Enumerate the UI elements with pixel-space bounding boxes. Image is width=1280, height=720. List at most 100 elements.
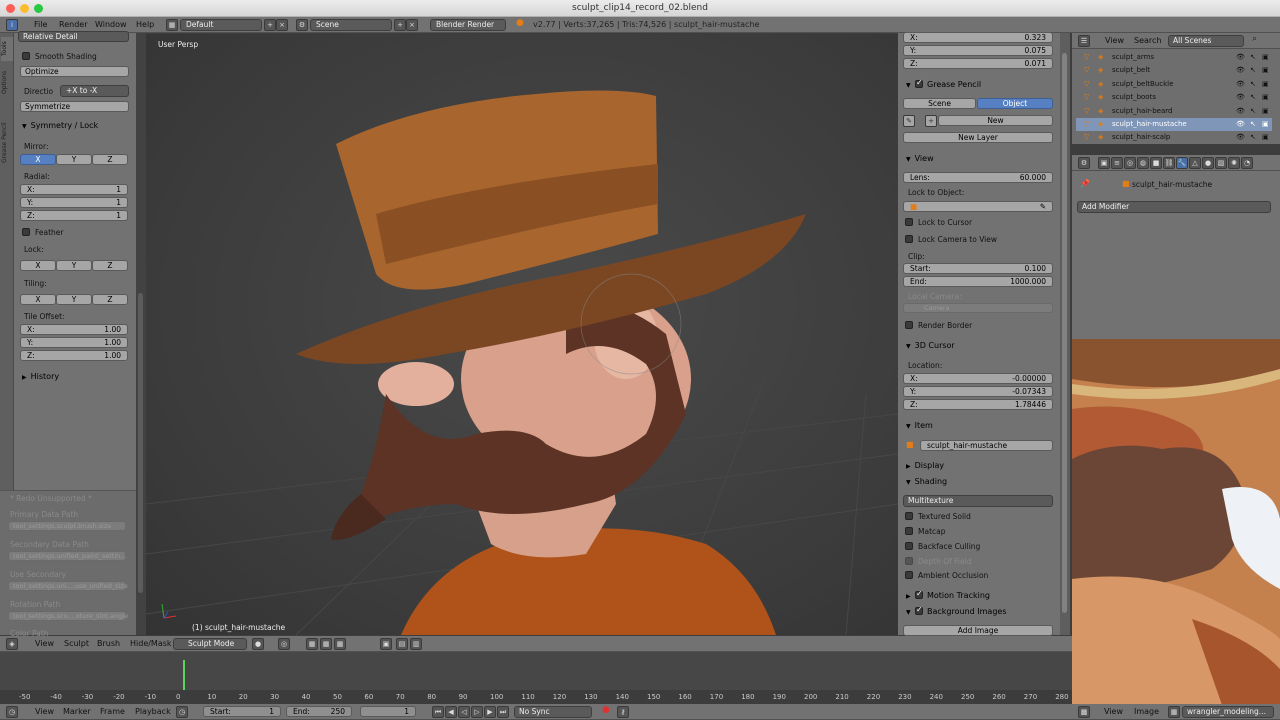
outliner-row[interactable]: ▽ ◈ sculpt_arms 👁 ↖ ▣ <box>1076 51 1272 64</box>
cursor-x-field[interactable]: X: -0.00000 <box>903 373 1053 384</box>
world-tab-icon[interactable]: ◍ <box>1137 157 1149 169</box>
new-layer-button[interactable]: New Layer <box>903 132 1053 143</box>
3d-viewport[interactable]: User Persp (1) sculpt_hair-mustache <box>146 34 898 635</box>
layout-icon[interactable]: ▦ <box>166 19 178 31</box>
top-x-field[interactable]: X: 0.323 <box>903 32 1053 43</box>
secondary-path-field[interactable]: tool_settings.unified_paint_settin... <box>8 551 127 561</box>
motion-tracking-header[interactable]: ▶ <box>906 591 915 600</box>
mirror-x-toggle[interactable]: X <box>20 154 56 165</box>
3d-view-editor-icon[interactable]: ◈ <box>6 638 18 650</box>
background-images-checkbox[interactable] <box>915 605 923 615</box>
object-tab-icon[interactable]: ■ <box>1150 157 1162 169</box>
close-window-button[interactable] <box>6 4 15 13</box>
timeline-menu-marker[interactable]: Marker <box>63 704 91 719</box>
visibility-eye-icon[interactable]: 👁 <box>1236 131 1245 144</box>
matcap-checkbox[interactable] <box>905 527 913 535</box>
timeline-editor-icon[interactable]: ◷ <box>6 706 18 718</box>
reference-image[interactable] <box>1072 339 1280 705</box>
radial-x-field[interactable]: X: 1 <box>20 184 128 195</box>
select-arrow-icon[interactable]: ↖ <box>1250 78 1256 91</box>
tiling-z-toggle[interactable]: Z <box>92 294 128 305</box>
clip-end-field[interactable]: End: 1000.000 <box>903 276 1053 287</box>
start-frame-field[interactable]: Start: 1 <box>203 706 281 717</box>
outliner-row[interactable]: ▽ ◈ sculpt_hair-mustache 👁 ↖ ▣ <box>1076 118 1272 131</box>
lens-field[interactable]: Lens: 60.000 <box>903 172 1053 183</box>
material-tab-icon[interactable]: ● <box>1202 157 1214 169</box>
menu-render[interactable]: Render <box>59 17 87 32</box>
image-name-field[interactable]: wrangler_modeling... <box>1182 706 1274 718</box>
end-frame-field[interactable]: End: 250 <box>286 706 352 717</box>
outliner-menu-search[interactable]: Search <box>1134 33 1161 48</box>
play-reverse-icon[interactable]: ◁ <box>458 706 470 718</box>
layers-tab-icon[interactable]: ≡ <box>1111 157 1123 169</box>
grease-pencil-header[interactable]: ▼ <box>906 80 915 89</box>
jump-start-icon[interactable]: ⏮ <box>432 706 444 718</box>
image-menu-image[interactable]: Image <box>1134 704 1159 719</box>
scene-icon[interactable]: ⚙ <box>296 19 308 31</box>
top-y-field[interactable]: Y: 0.075 <box>903 45 1053 56</box>
opengl-render-icon[interactable]: ▥ <box>410 638 422 650</box>
timeline-menu-frame[interactable]: Frame <box>100 704 125 719</box>
motion-tracking-checkbox[interactable] <box>915 589 923 599</box>
visibility-eye-icon[interactable]: 👁 <box>1236 118 1245 131</box>
pencil-icon[interactable]: ✎ <box>903 115 915 127</box>
3d-cursor-header[interactable]: ▼ 3D Cursor <box>906 341 955 350</box>
tab-options[interactable]: Options <box>1 65 13 99</box>
detail-type-select[interactable]: Relative Detail <box>18 31 129 42</box>
select-arrow-icon[interactable]: ↖ <box>1250 105 1256 118</box>
properties-sidebar-scrollbar[interactable] <box>1060 33 1070 635</box>
render-camera-icon[interactable]: ▣ <box>1262 64 1269 77</box>
render-camera-icon[interactable]: ▣ <box>1262 51 1269 64</box>
render-engine-select[interactable]: Blender Render <box>430 19 506 31</box>
visibility-eye-icon[interactable]: 👁 <box>1236 91 1245 104</box>
radial-y-field[interactable]: Y: 1 <box>20 197 128 208</box>
outliner-search-icon[interactable]: ⌕ <box>1252 34 1257 44</box>
image-menu-view[interactable]: View <box>1104 704 1123 719</box>
tile-offset-x-field[interactable]: X: 1.00 <box>20 324 128 335</box>
minimize-window-button[interactable] <box>20 4 29 13</box>
textured-solid-checkbox[interactable] <box>905 512 913 520</box>
smooth-shading-checkbox[interactable] <box>22 52 30 60</box>
pivot-icon[interactable]: ◎ <box>278 638 290 650</box>
direction-select[interactable]: +X to -X <box>60 85 129 97</box>
render-camera-icon[interactable]: ▣ <box>1262 91 1269 104</box>
snapshot-icon[interactable]: ▤ <box>396 638 408 650</box>
record-icon[interactable]: ● <box>602 705 610 715</box>
play-icon[interactable]: ▷ <box>471 706 483 718</box>
gp-new-button[interactable]: New <box>938 115 1053 126</box>
outliner-menu-view[interactable]: View <box>1105 33 1124 48</box>
outliner-row[interactable]: ▽ ◈ sculpt_belt 👁 ↖ ▣ <box>1076 64 1272 77</box>
select-arrow-icon[interactable]: ↖ <box>1250 118 1256 131</box>
lock-x-toggle[interactable]: X <box>20 260 56 271</box>
optimize-button[interactable]: Optimize <box>20 66 129 77</box>
editor-type-icon[interactable]: i <box>6 19 18 31</box>
3d-menu-view[interactable]: View <box>35 636 54 651</box>
modifiers-tab-icon[interactable]: 🔧 <box>1176 157 1188 169</box>
radial-z-field[interactable]: Z: 1 <box>20 210 128 221</box>
tile-offset-y-field[interactable]: Y: 1.00 <box>20 337 128 348</box>
physics-tab-icon[interactable]: ◔ <box>1241 157 1253 169</box>
visibility-eye-icon[interactable]: 👁 <box>1236 78 1245 91</box>
scene-select[interactable]: Scene <box>310 19 392 31</box>
shading-mode-select[interactable]: Multitexture <box>903 495 1053 507</box>
new-data-icon[interactable]: + <box>925 115 937 127</box>
tiling-x-toggle[interactable]: X <box>20 294 56 305</box>
add-scene-icon[interactable]: + <box>394 19 406 31</box>
remove-scene-icon[interactable]: × <box>406 19 418 31</box>
mode-select[interactable]: Sculpt Mode <box>173 638 247 650</box>
menu-window[interactable]: Window <box>95 17 127 32</box>
lock-camera-checkbox[interactable] <box>905 235 913 243</box>
outliner-row[interactable]: ▽ ◈ sculpt_hair-scalp 👁 ↖ ▣ <box>1076 131 1272 144</box>
sync-select[interactable]: No Sync <box>514 706 592 718</box>
outliner-row[interactable]: ▽ ◈ sculpt_boots 👁 ↖ ▣ <box>1076 91 1272 104</box>
tiling-y-toggle[interactable]: Y <box>56 294 92 305</box>
rotation-path-field[interactable]: tool_settings.scu....xture_slot.angle <box>8 611 128 621</box>
mirror-z-toggle[interactable]: Z <box>92 154 128 165</box>
layers-grid-icon-2[interactable]: ▦ <box>320 638 332 650</box>
viewport-shading-icon[interactable]: ● <box>252 638 264 650</box>
cursor-z-field[interactable]: Z: 1.78446 <box>903 399 1053 410</box>
top-z-field[interactable]: Z: 0.071 <box>903 58 1053 69</box>
current-frame-marker[interactable] <box>183 660 185 694</box>
visibility-eye-icon[interactable]: 👁 <box>1236 51 1245 64</box>
outliner-row[interactable]: ▽ ◈ sculpt_hair-beard 👁 ↖ ▣ <box>1076 105 1272 118</box>
